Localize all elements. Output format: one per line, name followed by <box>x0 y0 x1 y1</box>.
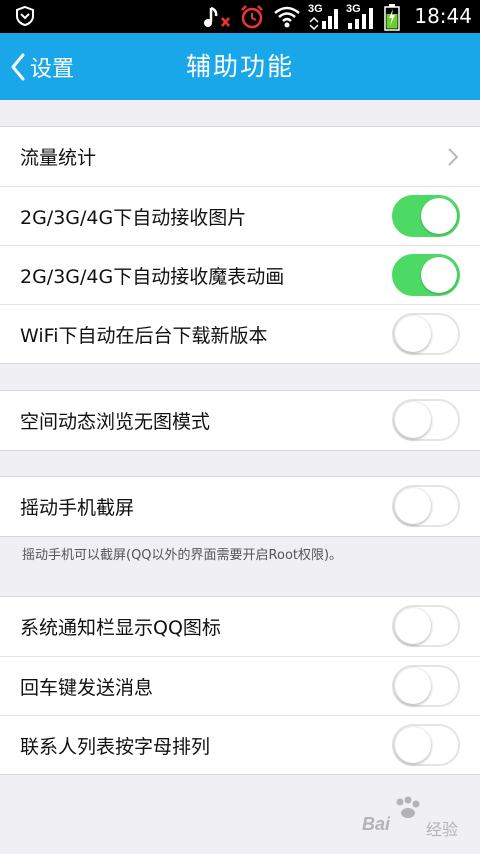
title-bar: 辅助功能 设置 <box>0 33 480 100</box>
row-enter-to-send: 回车键发送消息 <box>0 656 480 715</box>
auto-receive-animations-toggle[interactable] <box>392 254 460 296</box>
clock: 18:44 <box>414 4 472 28</box>
alarm-clock-icon <box>241 5 263 29</box>
row-traffic-stats[interactable]: 流量统计 <box>0 127 480 186</box>
row-label: 2G/3G/4G下自动接收魔表动画 <box>20 265 285 288</box>
row-label: 摇动手机截屏 <box>20 497 135 519</box>
settings-group-3: 摇动手机截屏 <box>0 476 480 537</box>
notification-icon-toggle[interactable] <box>392 605 460 647</box>
wifi-icon <box>274 6 300 28</box>
settings-group-1: 流量统计 2G/3G/4G下自动接收图片 2G/3G/4G下自动接收魔表动画 W… <box>0 126 480 364</box>
music-note-icon <box>204 6 230 27</box>
shield-icon <box>16 5 34 27</box>
baidu-watermark: Bai 经验 <box>362 796 472 846</box>
paw-icon <box>396 796 420 818</box>
toggle-knob <box>421 257 457 293</box>
chevron-left-icon <box>11 53 25 80</box>
toggle-knob <box>421 198 457 234</box>
row-auto-receive-animations: 2G/3G/4G下自动接收魔表动画 <box>0 245 480 304</box>
status-bar: 3G 3G 18:44 <box>0 0 480 33</box>
mobile-signal-2: 3G <box>346 3 378 31</box>
row-label: WiFi下自动在后台下载新版本 <box>20 324 268 347</box>
signal-icon <box>309 9 338 31</box>
signal-icon <box>348 8 373 29</box>
wifi-background-download-toggle[interactable] <box>392 313 460 355</box>
battery-charging-icon <box>384 4 400 31</box>
alphabetical-contacts-toggle[interactable] <box>392 724 460 766</box>
shake-screenshot-toggle[interactable] <box>392 485 460 527</box>
row-no-image-mode: 空间动态浏览无图模式 <box>0 391 480 450</box>
row-label: 回车键发送消息 <box>20 676 154 699</box>
row-label: 流量统计 <box>20 147 97 169</box>
watermark-sub: 经验 <box>426 820 459 839</box>
row-label: 系统通知栏显示QQ图标 <box>20 617 221 639</box>
row-wifi-background-download: WiFi下自动在后台下载新版本 <box>0 304 480 363</box>
row-shake-screenshot: 摇动手机截屏 <box>0 477 480 536</box>
toggle-knob <box>395 608 431 644</box>
status-icons: 3G 3G <box>202 2 400 32</box>
row-label: 联系人列表按字母排列 <box>20 735 211 758</box>
toggle-knob <box>395 727 431 763</box>
row-notification-icon: 系统通知栏显示QQ图标 <box>0 597 480 656</box>
row-auto-receive-images: 2G/3G/4G下自动接收图片 <box>0 186 480 245</box>
enter-to-send-toggle[interactable] <box>392 665 460 707</box>
toggle-knob <box>395 488 431 524</box>
chevron-right-icon <box>448 148 459 166</box>
back-button[interactable]: 设置 <box>10 33 74 100</box>
no-image-mode-toggle[interactable] <box>392 399 460 441</box>
settings-group-4: 系统通知栏显示QQ图标 回车键发送消息 联系人列表按字母排列 <box>0 596 480 775</box>
row-label: 2G/3G/4G下自动接收图片 <box>20 206 247 229</box>
mobile-signal-1: 3G <box>308 3 340 31</box>
watermark-text: Bai <box>362 814 391 834</box>
row-alphabetical-contacts: 联系人列表按字母排列 <box>0 715 480 774</box>
row-label: 空间动态浏览无图模式 <box>20 411 211 433</box>
toggle-knob <box>395 668 431 704</box>
settings-group-2: 空间动态浏览无图模式 <box>0 390 480 451</box>
toggle-knob <box>395 316 431 352</box>
shake-screenshot-hint: 摇动手机可以截屏(QQ以外的界面需要开启Root权限)。 <box>22 548 343 563</box>
back-label: 设置 <box>30 56 75 82</box>
auto-receive-images-toggle[interactable] <box>392 195 460 237</box>
toggle-knob <box>395 402 431 438</box>
